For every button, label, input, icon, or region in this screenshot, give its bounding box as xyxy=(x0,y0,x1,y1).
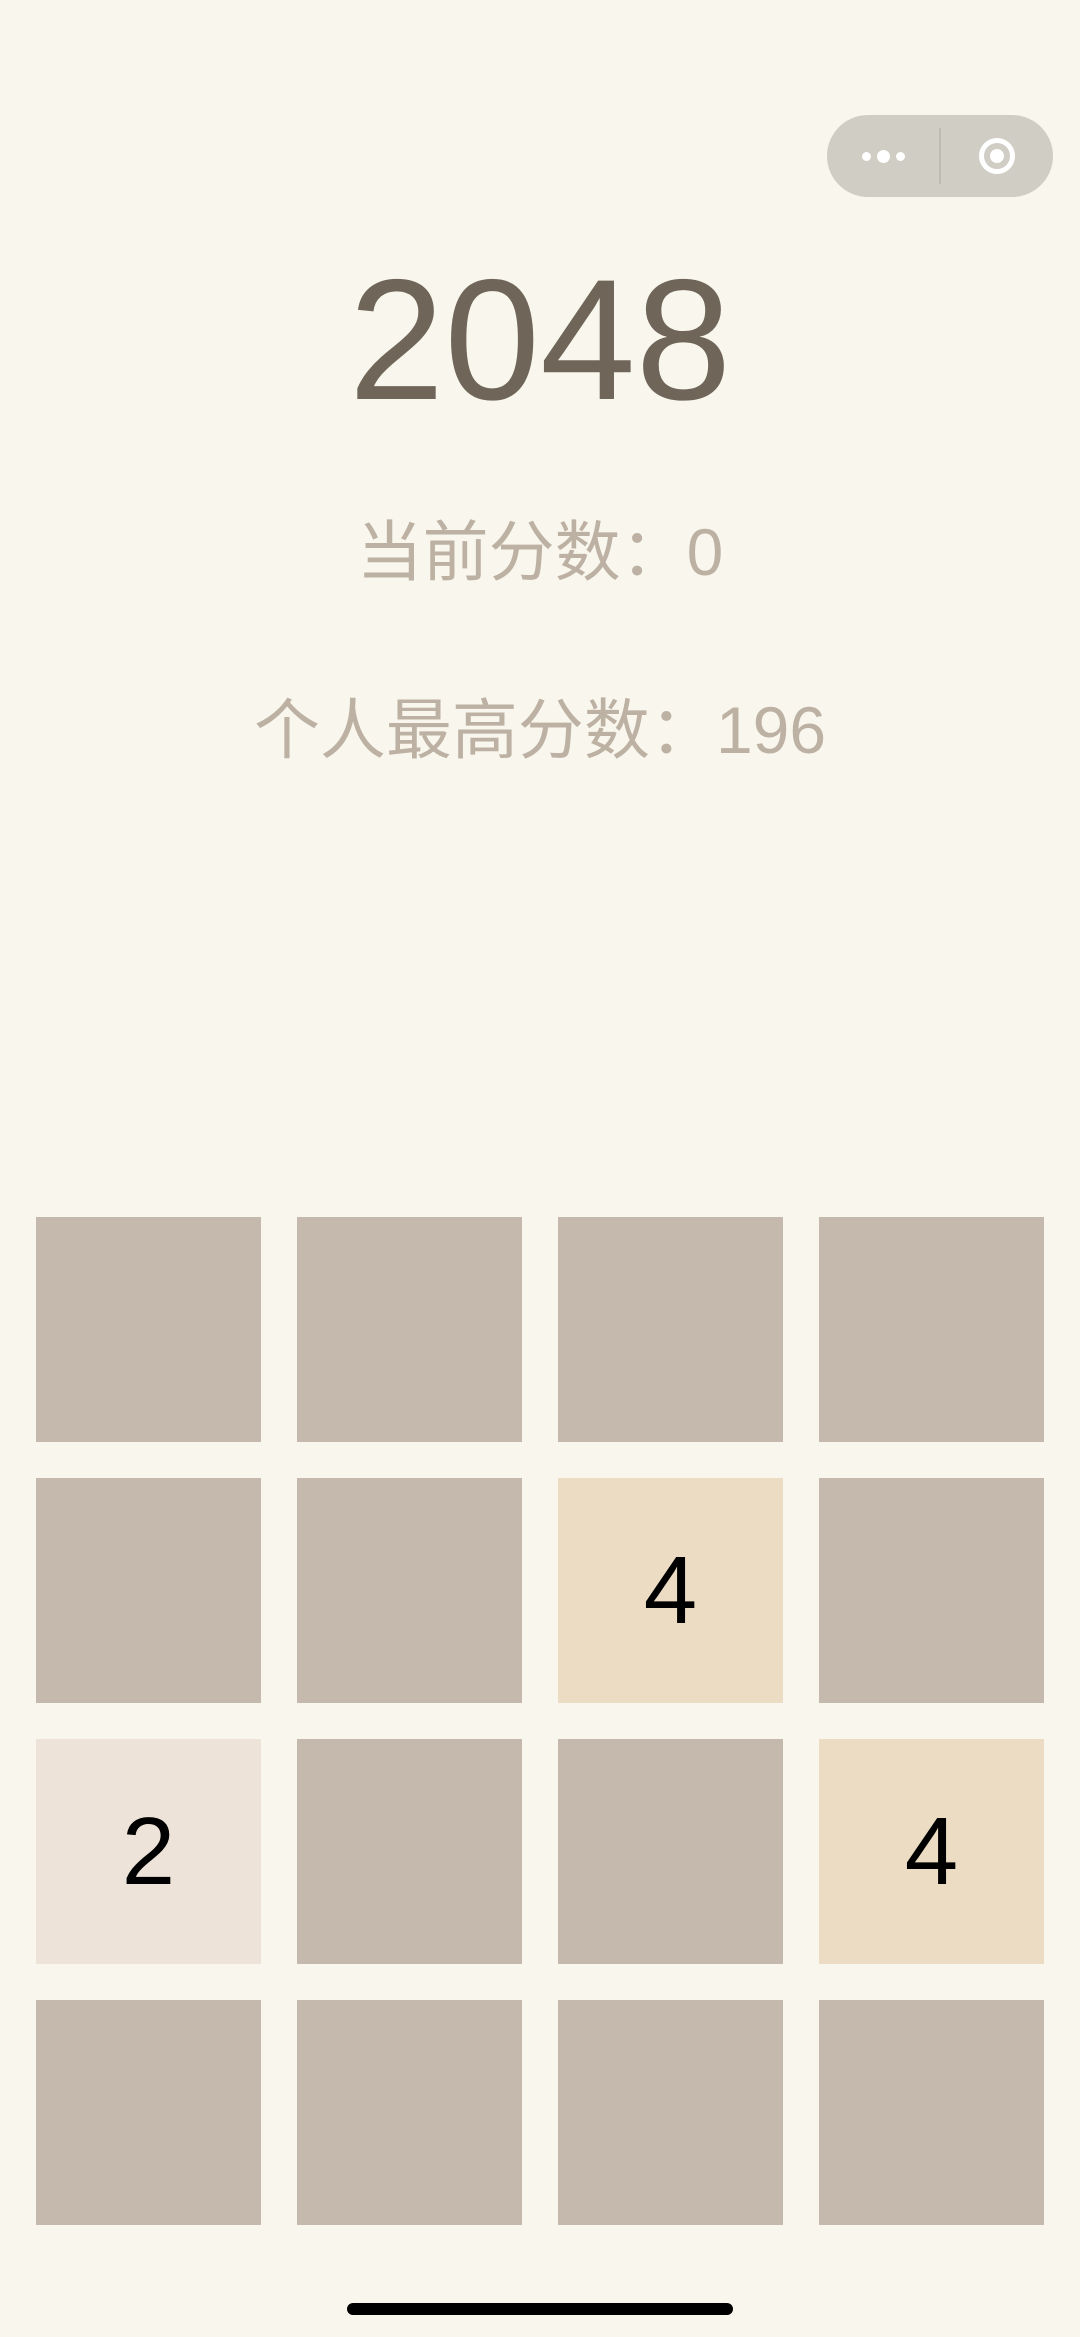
board-tile xyxy=(36,1478,261,1703)
best-score-value: 196 xyxy=(715,693,827,767)
game-title: 2048 xyxy=(348,244,732,436)
board-tile: 4 xyxy=(558,1478,783,1703)
more-menu-button[interactable] xyxy=(827,115,939,197)
board-tile xyxy=(297,1478,522,1703)
best-score-label: 个人最高分数： xyxy=(253,693,716,767)
current-score-label: 当前分数： xyxy=(356,515,687,589)
board-tile xyxy=(36,2000,261,2225)
miniprogram-capsule xyxy=(827,115,1053,197)
board-tile xyxy=(558,2000,783,2225)
current-score-value: 0 xyxy=(686,515,724,589)
game-board[interactable]: 4 2 4 xyxy=(36,1217,1044,2225)
board-tile xyxy=(558,1217,783,1442)
best-score: 个人最高分数：196 xyxy=(0,690,1080,770)
more-dots-icon xyxy=(861,149,905,163)
board-tile xyxy=(819,1217,1044,1442)
board-tile xyxy=(819,2000,1044,2225)
game-screen: 2048 当前分数：0 个人最高分数：196 4 2 4 xyxy=(0,0,1080,2337)
board-tile: 2 xyxy=(36,1739,261,1964)
home-indicator xyxy=(347,2303,733,2315)
board-tile xyxy=(36,1217,261,1442)
target-circle-icon xyxy=(979,138,1015,174)
board-tile xyxy=(297,2000,522,2225)
current-score: 当前分数：0 xyxy=(0,512,1080,592)
board-tile xyxy=(297,1739,522,1964)
board-tile: 4 xyxy=(819,1739,1044,1964)
close-miniprogram-button[interactable] xyxy=(941,115,1053,197)
board-tile xyxy=(297,1217,522,1442)
board-tile xyxy=(558,1739,783,1964)
board-tile xyxy=(819,1478,1044,1703)
